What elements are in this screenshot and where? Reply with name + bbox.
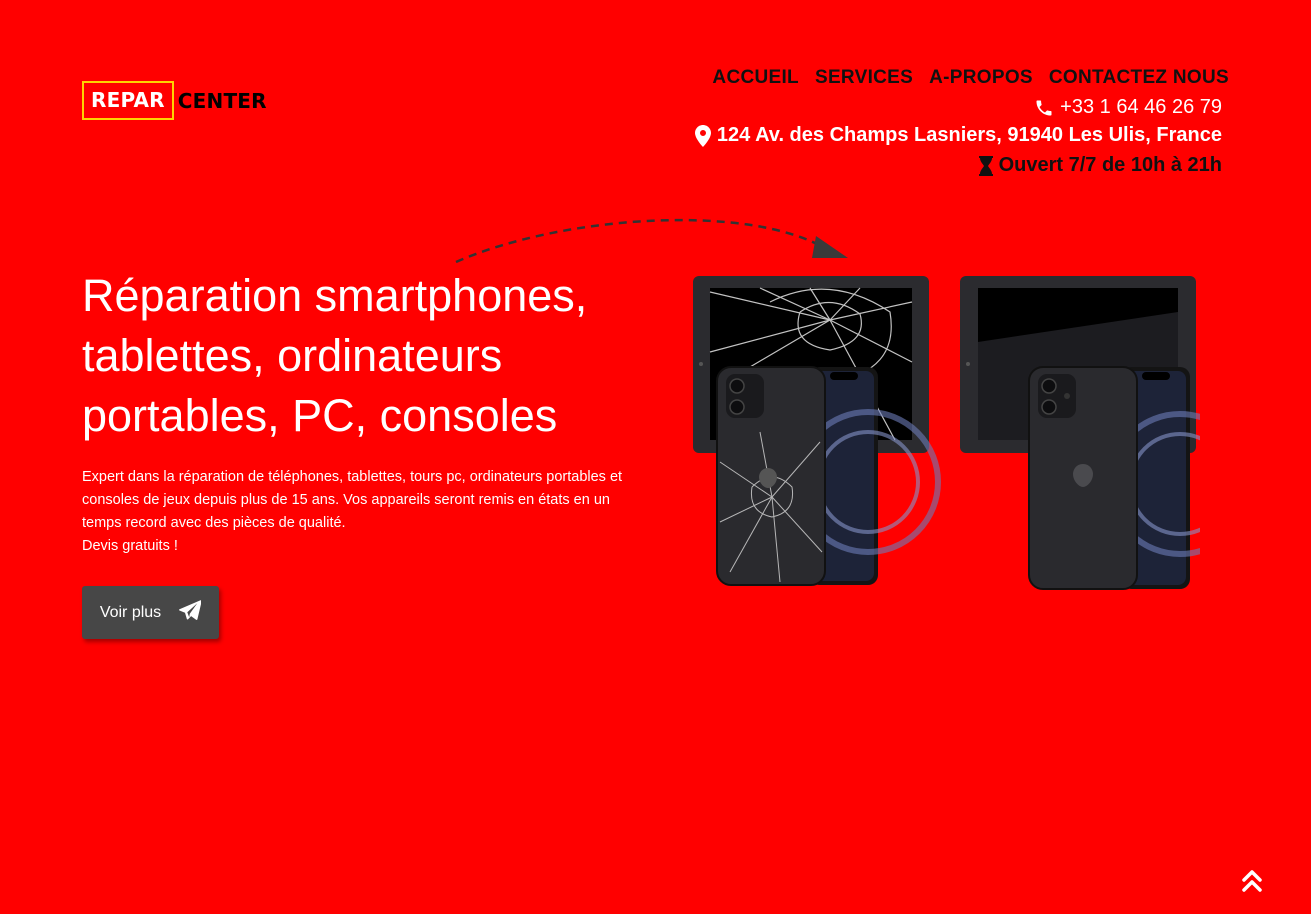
hours-text: Ouvert 7/7 de 10h à 21h <box>998 154 1222 176</box>
hero-description: Expert dans la réparation de téléphones,… <box>82 466 642 558</box>
repaired-phone-back-image <box>1028 366 1138 590</box>
page: REPAR CENTER ACCUEIL SERVICES A-PROPOS C… <box>0 0 1311 914</box>
logo-part-repar: REPAR <box>82 81 174 120</box>
scroll-to-top-button[interactable] <box>1240 868 1264 894</box>
nav-link-services[interactable]: SERVICES <box>815 67 913 89</box>
hero-description-text: Expert dans la réparation de téléphones,… <box>82 469 623 531</box>
hours-info: Ouvert 7/7 de 10h à 21h <box>978 154 1222 177</box>
nav-link-accueil[interactable]: ACCUEIL <box>712 67 799 89</box>
hero-title: Réparation smartphones, tablettes, ordin… <box>82 270 588 441</box>
logo[interactable]: REPAR CENTER <box>82 81 267 120</box>
address-info[interactable]: 124 Av. des Champs Lasniers, 91940 Les U… <box>694 124 1222 147</box>
paper-plane-icon <box>179 600 202 625</box>
dashed-arrow-icon <box>455 218 848 264</box>
free-quote-text: Devis gratuits ! <box>82 538 178 554</box>
map-pin-icon <box>694 124 711 147</box>
see-more-button[interactable]: Voir plus <box>82 586 219 639</box>
nav-link-a-propos[interactable]: A-PROPOS <box>929 67 1033 89</box>
nav-link-contact[interactable]: CONTACTEZ NOUS <box>1049 67 1229 89</box>
devices-illustration <box>693 276 1200 590</box>
logo-part-center: CENTER <box>177 88 267 113</box>
hourglass-icon <box>978 155 993 176</box>
phone-number: +33 1 64 46 26 79 <box>1060 96 1222 118</box>
double-chevron-up-icon <box>1242 870 1262 892</box>
cracked-phone-back-image <box>716 366 826 586</box>
phone-icon <box>1034 98 1054 118</box>
main-nav: ACCUEIL SERVICES A-PROPOS CONTACTEZ NOUS <box>712 67 1229 89</box>
see-more-label: Voir plus <box>99 603 162 621</box>
phone-info[interactable]: +33 1 64 46 26 79 <box>1034 96 1222 119</box>
address-text: 124 Av. des Champs Lasniers, 91940 Les U… <box>716 124 1222 146</box>
